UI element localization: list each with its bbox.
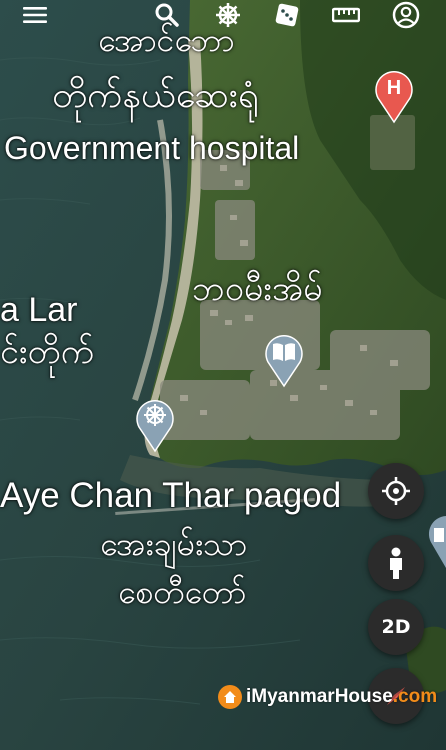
pagoda-pin[interactable] bbox=[133, 395, 177, 457]
hospital-pin[interactable]: H bbox=[372, 66, 416, 128]
location-pin-icon bbox=[428, 516, 446, 568]
pagoda-label-mm-1: အေးချမ်းသာ bbox=[100, 525, 248, 563]
my-location-button[interactable] bbox=[368, 463, 424, 519]
street-view-button[interactable] bbox=[368, 535, 424, 591]
crosshair-icon bbox=[382, 477, 410, 505]
toggle-2d-button[interactable]: 2D bbox=[368, 599, 424, 655]
account-icon[interactable] bbox=[391, 1, 421, 29]
watermark-suffix: .com bbox=[392, 686, 438, 707]
dice-icon[interactable] bbox=[272, 2, 302, 28]
house-logo-icon bbox=[218, 685, 242, 709]
pegman-icon bbox=[390, 547, 402, 579]
menu-icon[interactable] bbox=[20, 2, 50, 28]
book-icon bbox=[265, 335, 303, 388]
watermark: iMyanmarHouse.com bbox=[218, 684, 437, 710]
left-label-en: a Lar bbox=[0, 291, 78, 329]
hospital-label-mm: တိုက်နယ်ဆေးရုံ bbox=[52, 75, 259, 116]
watermark-main: MyanmarHouse bbox=[251, 686, 393, 707]
village-label-mm: အောင်ဘော bbox=[98, 21, 235, 59]
watermark-text: iMyanmarHouse.com bbox=[246, 686, 437, 708]
left-label-mm: င်းတိုက် bbox=[0, 332, 94, 372]
toggle-2d-label: 2D bbox=[381, 616, 411, 638]
svg-text:H: H bbox=[387, 77, 401, 99]
area-label-mm: ဘဝမီးအိမ် bbox=[192, 269, 323, 309]
ruler-icon[interactable] bbox=[331, 2, 361, 28]
hospital-label-en: Government hospital bbox=[4, 130, 300, 166]
dharma-wheel-icon bbox=[136, 400, 174, 453]
partial-pin[interactable] bbox=[422, 512, 446, 574]
pagoda-label-mm-2: စေတီတော် bbox=[118, 573, 247, 611]
pagoda-label-en: Aye Chan Thar pagod bbox=[0, 476, 342, 515]
hospital-icon: H bbox=[375, 71, 413, 124]
library-pin[interactable] bbox=[262, 330, 306, 392]
